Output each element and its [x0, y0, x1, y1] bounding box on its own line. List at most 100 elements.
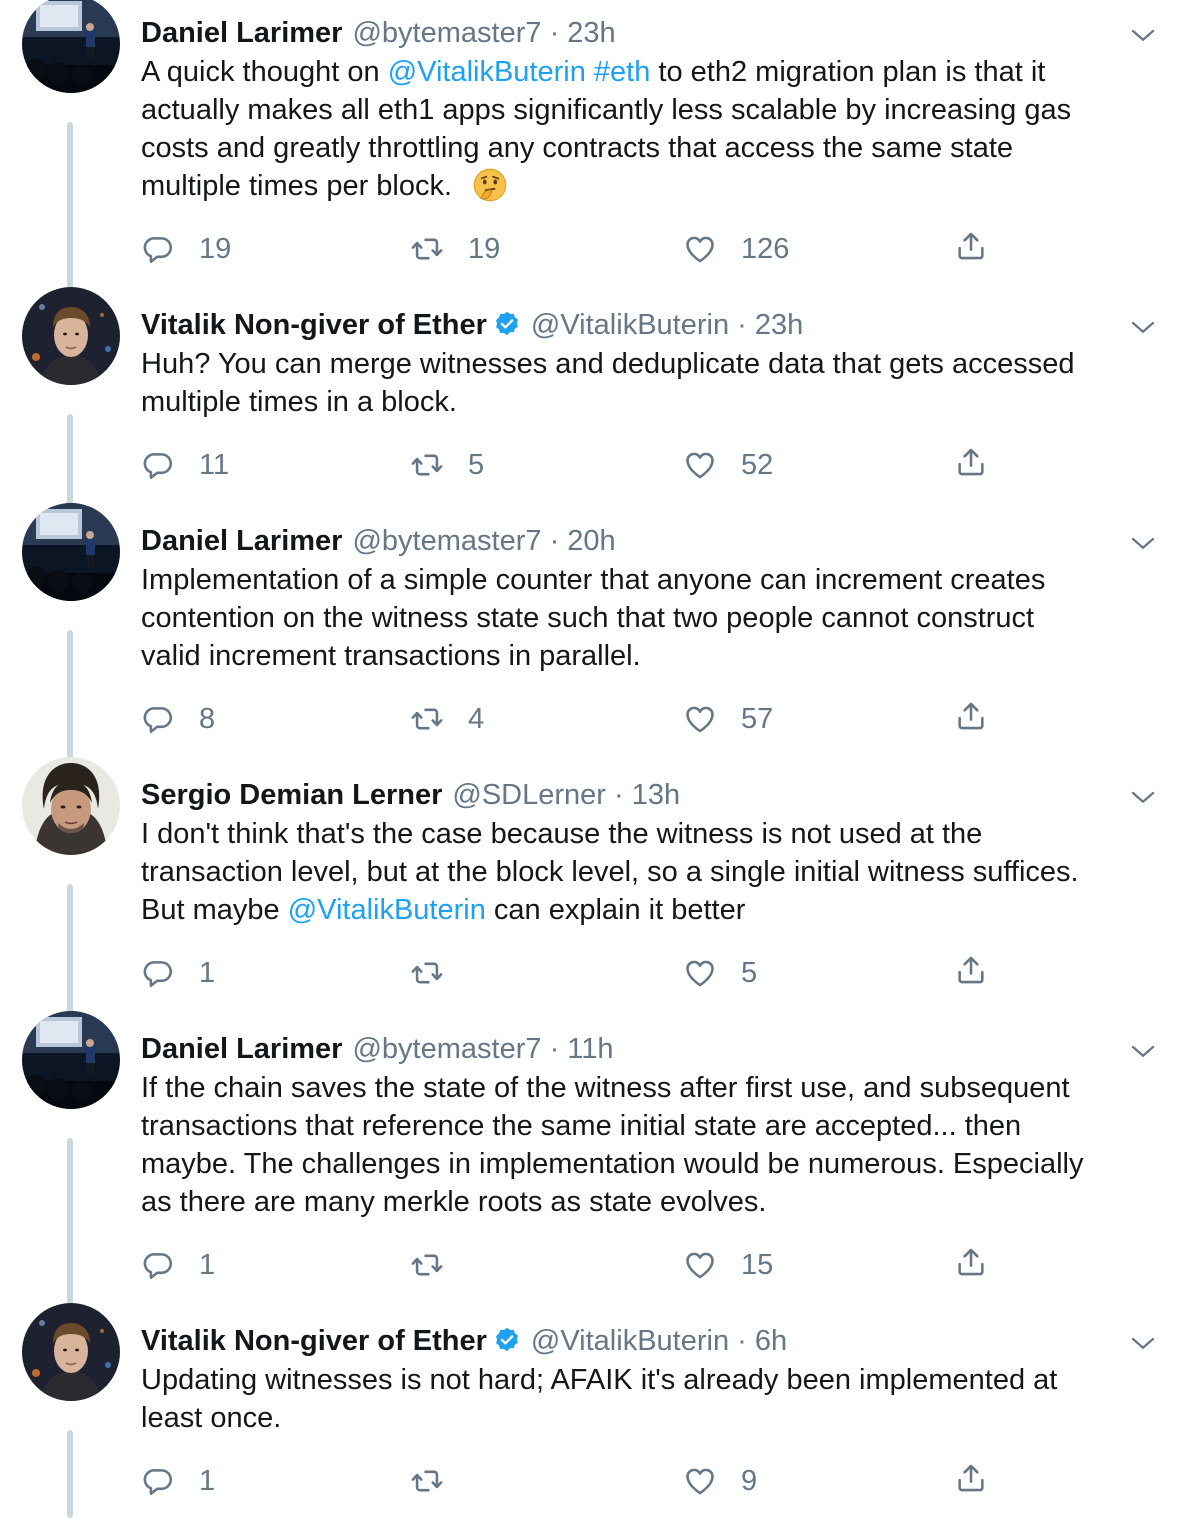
- reply-count: 11: [199, 449, 230, 481]
- share-button[interactable]: [954, 1245, 988, 1281]
- author-handle[interactable]: @VitalikButerin: [531, 1325, 729, 1357]
- chevron-down-icon: [1131, 537, 1155, 549]
- retweet-button[interactable]: [410, 1245, 550, 1285]
- share-button[interactable]: [954, 699, 988, 735]
- mention-link[interactable]: @VitalikButerin: [388, 56, 586, 88]
- like-button[interactable]: 52: [683, 445, 823, 485]
- author-name[interactable]: Vitalik Non-giver of Ether: [141, 309, 487, 341]
- thread-connector-line: [67, 122, 73, 295]
- tweet-menu-button[interactable]: [1128, 313, 1158, 335]
- separator-dot: ·: [549, 17, 560, 49]
- reply-button[interactable]: 1: [141, 1245, 281, 1285]
- share-button[interactable]: [954, 229, 988, 265]
- reply-count: 1: [199, 957, 216, 989]
- share-icon: [958, 702, 984, 730]
- chevron-down-icon: [1131, 1337, 1155, 1349]
- retweet-icon: [411, 1470, 443, 1492]
- reply-icon: [143, 961, 173, 988]
- avatar[interactable]: [22, 1011, 120, 1109]
- author-handle[interactable]: @bytemaster7: [352, 1033, 541, 1065]
- tweet-text: If the chain saves the state of the witn…: [141, 1069, 1171, 1221]
- share-button[interactable]: [954, 1461, 988, 1497]
- retweet-button[interactable]: 5: [410, 445, 550, 485]
- avatar[interactable]: [22, 503, 120, 601]
- retweet-button[interactable]: 19: [410, 229, 550, 269]
- mention-link[interactable]: @VitalikButerin: [288, 894, 486, 926]
- share-icon: [958, 1464, 984, 1492]
- tweet-actions: 1 15: [0, 1245, 1180, 1285]
- chevron-down-icon: [1131, 29, 1155, 41]
- reply-count: 19: [199, 233, 232, 265]
- author-name[interactable]: Sergio Demian Lerner: [141, 779, 442, 811]
- reply-icon: [143, 237, 173, 264]
- avatar[interactable]: [22, 1303, 120, 1401]
- verified-badge-icon: [493, 310, 521, 338]
- author-name[interactable]: Daniel Larimer: [141, 17, 342, 49]
- reply-icon: [143, 1253, 173, 1280]
- like-button[interactable]: 9: [683, 1461, 823, 1501]
- avatar-image: [22, 0, 120, 93]
- separator-dot: ·: [614, 779, 624, 811]
- reply-button[interactable]: 11: [141, 445, 281, 485]
- like-button[interactable]: 5: [683, 953, 823, 993]
- tweet-menu-button[interactable]: [1128, 783, 1158, 805]
- avatar[interactable]: [22, 757, 120, 855]
- like-count: 126: [741, 233, 790, 265]
- avatar-image: [22, 287, 120, 385]
- retweet-button[interactable]: [410, 1461, 550, 1501]
- timestamp[interactable]: 23h: [567, 17, 615, 49]
- reply-count: 1: [199, 1465, 216, 1497]
- timestamp[interactable]: 6h: [755, 1325, 787, 1357]
- avatar[interactable]: [22, 0, 120, 93]
- tweet-text: Huh? You can merge witnesses and dedupli…: [141, 345, 1171, 421]
- like-button[interactable]: 57: [683, 699, 823, 739]
- tweet-menu-button[interactable]: [1128, 21, 1158, 43]
- reply-button[interactable]: 8: [141, 699, 281, 739]
- heart-icon: [686, 236, 714, 263]
- thread-connector-line: [67, 884, 73, 1020]
- timestamp[interactable]: 13h: [632, 779, 680, 811]
- retweet-button[interactable]: [410, 953, 550, 993]
- retweet-icon: [411, 708, 443, 730]
- avatar-image: [22, 1303, 120, 1401]
- text-span: A quick thought on: [141, 56, 388, 88]
- share-button[interactable]: [954, 445, 988, 481]
- tweet-menu-button[interactable]: [1128, 529, 1158, 551]
- tweet-menu-button[interactable]: [1128, 1037, 1158, 1059]
- author-name[interactable]: Vitalik Non-giver of Ether: [141, 1325, 487, 1357]
- text-span: If the chain saves the state of the witn…: [141, 1072, 1084, 1218]
- thread-connector-line: [67, 630, 73, 766]
- like-button[interactable]: 126: [683, 229, 823, 269]
- retweet-button[interactable]: 4: [410, 699, 550, 739]
- verified-badge-icon: [493, 1326, 521, 1354]
- tweet-actions: 8 4 57: [0, 699, 1180, 739]
- like-count: 9: [741, 1465, 758, 1497]
- like-button[interactable]: 15: [683, 1245, 823, 1285]
- reply-button[interactable]: 1: [141, 1461, 281, 1501]
- timestamp[interactable]: 11h: [567, 1033, 613, 1065]
- avatar[interactable]: [22, 287, 120, 385]
- heart-icon: [686, 1468, 714, 1495]
- text-span: can explain it better: [485, 894, 746, 926]
- timestamp[interactable]: 20h: [567, 525, 615, 557]
- author-name[interactable]: Daniel Larimer: [141, 1033, 342, 1065]
- tweet-menu-button[interactable]: [1128, 1329, 1158, 1351]
- author-handle[interactable]: @VitalikButerin: [531, 309, 729, 341]
- tweet-text: A quick thought on @VitalikButerin #eth …: [141, 53, 1171, 205]
- author-handle[interactable]: @bytemaster7: [352, 525, 541, 557]
- share-button[interactable]: [954, 953, 988, 989]
- tweet-text: Implementation of a simple counter that …: [141, 561, 1171, 675]
- retweet-count: 5: [468, 449, 485, 481]
- avatar-image: [22, 1011, 120, 1109]
- chevron-down-icon: [1131, 1045, 1155, 1057]
- reply-button[interactable]: 1: [141, 953, 281, 993]
- reply-button[interactable]: 19: [141, 229, 281, 269]
- author-name[interactable]: Daniel Larimer: [141, 525, 342, 557]
- text-span: Huh? You can merge witnesses and dedupli…: [141, 348, 1075, 418]
- timestamp[interactable]: 23h: [755, 309, 803, 341]
- author-handle[interactable]: @SDLerner: [452, 779, 606, 811]
- hashtag-link[interactable]: #eth: [594, 56, 650, 88]
- tweet-header: Vitalik Non-giver of Ether @VitalikButeri…: [141, 307, 803, 343]
- heart-icon: [686, 452, 714, 479]
- author-handle[interactable]: @bytemaster7: [352, 17, 541, 49]
